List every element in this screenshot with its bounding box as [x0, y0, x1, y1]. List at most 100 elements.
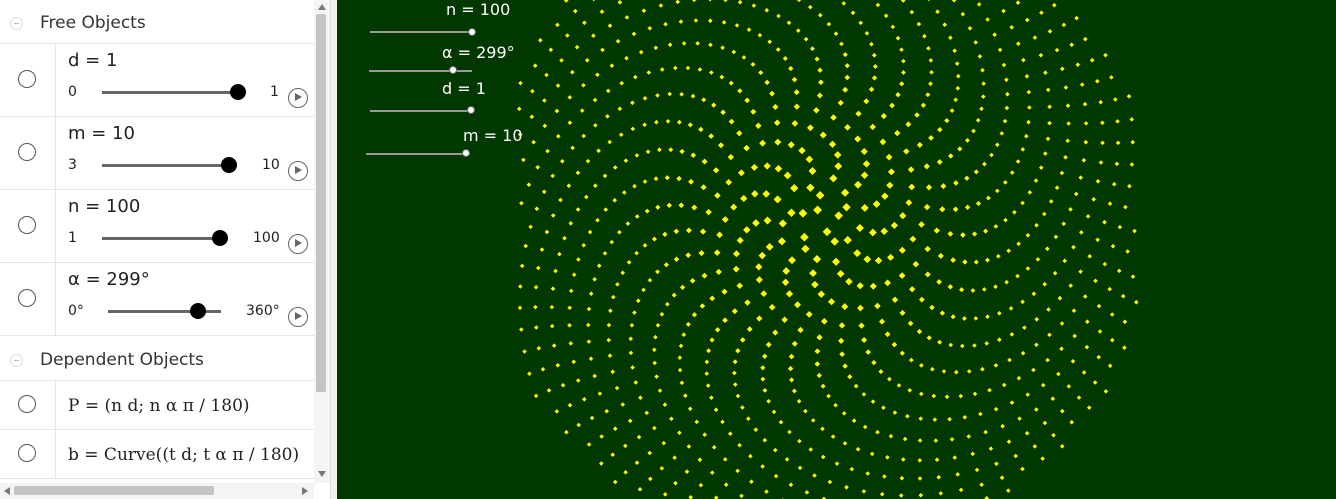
spiral-point	[1096, 354, 1101, 360]
spiral-point	[588, 291, 594, 296]
spiral-point	[637, 487, 643, 492]
spiral-point	[791, 120, 799, 127]
spiral-point	[644, 410, 649, 416]
slider-track[interactable]	[102, 237, 220, 240]
spiral-point	[694, 419, 699, 425]
horizontal-scroll-thumb[interactable]	[14, 486, 214, 495]
play-icon[interactable]	[288, 88, 308, 108]
spiral-point	[875, 2, 881, 8]
dependent-row-p[interactable]: P = (n d; n α π / 180)	[0, 381, 314, 430]
view-divider[interactable]	[330, 0, 337, 499]
spiral-point	[1093, 278, 1098, 284]
collapse-icon[interactable]	[10, 354, 23, 367]
graphics-slider-knob[interactable]	[462, 149, 470, 157]
slider-knob[interactable]	[190, 303, 206, 319]
spiral-point	[564, 429, 569, 435]
spiral-point	[679, 380, 685, 386]
graphics-slider-track[interactable]	[370, 31, 472, 33]
slider-row-d[interactable]: d = 1 0 1	[0, 44, 314, 117]
slider-knob[interactable]	[212, 230, 228, 246]
spiral-point	[853, 383, 859, 389]
slider-row-m[interactable]: m = 10 3 10	[0, 117, 314, 190]
slider-row-alpha[interactable]: α = 299° 0° 360°	[0, 263, 314, 336]
visibility-toggle[interactable]	[18, 216, 36, 234]
play-icon[interactable]	[288, 234, 308, 254]
graphics-slider-track[interactable]	[366, 153, 470, 155]
collapse-icon[interactable]	[10, 17, 23, 30]
dependent-row-b[interactable]: b = Curve((t d; t α π / 180)	[0, 430, 314, 479]
spiral-point	[567, 323, 572, 328]
spiral-point	[830, 237, 839, 246]
visibility-toggle[interactable]	[18, 70, 36, 88]
spiral-point	[566, 183, 572, 189]
graphics-slider-knob[interactable]	[467, 106, 475, 114]
graphics-slider-knob[interactable]	[449, 66, 457, 74]
spiral-point	[916, 328, 923, 335]
graphics-slider-knob[interactable]	[468, 28, 476, 36]
spiral-point	[1096, 303, 1102, 309]
scroll-right-icon[interactable]	[302, 487, 308, 495]
spiral-point	[716, 231, 723, 239]
spiral-point	[664, 175, 670, 181]
spiral-point	[732, 265, 740, 273]
spiral-point	[1084, 344, 1090, 350]
spiral-point	[971, 231, 978, 237]
spiral-point	[677, 430, 682, 436]
spiral-point	[929, 304, 935, 311]
spiral-point	[1070, 359, 1076, 364]
spiral-point	[931, 393, 937, 399]
spiral-point	[589, 415, 595, 421]
dependent-objects-header[interactable]: Dependent Objects	[0, 337, 314, 381]
spiral-point	[871, 75, 878, 81]
slider-row-n[interactable]: n = 100 1 100	[0, 190, 314, 263]
spiral-point	[841, 1, 847, 6]
scroll-down-icon[interactable]	[318, 471, 326, 477]
spiral-point	[607, 353, 613, 358]
spiral-point	[681, 41, 687, 46]
spiral-point	[1013, 453, 1018, 459]
spiral-point	[887, 168, 895, 176]
slider-track[interactable]	[102, 164, 229, 167]
slider-track[interactable]	[102, 91, 238, 94]
horizontal-scrollbar[interactable]	[0, 483, 314, 499]
spiral-point	[803, 408, 808, 414]
play-icon[interactable]	[288, 307, 308, 327]
spiral-point	[1006, 248, 1011, 254]
spiral-point	[842, 203, 851, 212]
vertical-scrollbar[interactable]	[314, 0, 330, 483]
spiral-point	[1047, 29, 1053, 34]
spiral-point	[550, 213, 556, 218]
spiral-point	[1045, 357, 1050, 363]
slider-knob[interactable]	[221, 157, 237, 173]
spiral-point	[861, 489, 867, 494]
spiral-point	[869, 41, 874, 47]
spiral-point	[849, 466, 855, 472]
spiral-point	[1129, 117, 1135, 122]
spiral-point	[871, 360, 877, 366]
spiral-point	[567, 95, 573, 100]
free-objects-header[interactable]: Free Objects	[0, 0, 314, 44]
spiral-point	[554, 108, 560, 114]
play-icon[interactable]	[288, 161, 308, 181]
spiral-point	[1047, 104, 1052, 110]
spiral-point	[719, 74, 725, 80]
spiral-point	[858, 322, 865, 329]
spiral-point	[683, 393, 688, 398]
slider-knob[interactable]	[230, 84, 246, 100]
spiral-point	[1056, 371, 1061, 377]
scroll-up-icon[interactable]	[318, 4, 326, 10]
spiral-point	[653, 45, 659, 51]
visibility-toggle[interactable]	[18, 143, 36, 161]
graphics-view[interactable]: n = 100 α = 299° d = 1 m = 10	[337, 0, 1336, 499]
visibility-toggle[interactable]	[18, 289, 36, 307]
spiral-point	[768, 303, 776, 311]
spiral-point	[628, 336, 633, 342]
visibility-toggle[interactable]	[18, 395, 36, 413]
spiral-point	[924, 271, 931, 278]
visibility-toggle[interactable]	[18, 444, 36, 462]
scroll-left-icon[interactable]	[4, 487, 10, 495]
spiral-point	[592, 373, 597, 379]
spiral-point	[953, 97, 958, 103]
graphics-slider-track[interactable]	[370, 110, 472, 112]
vertical-scroll-thumb[interactable]	[316, 14, 326, 392]
